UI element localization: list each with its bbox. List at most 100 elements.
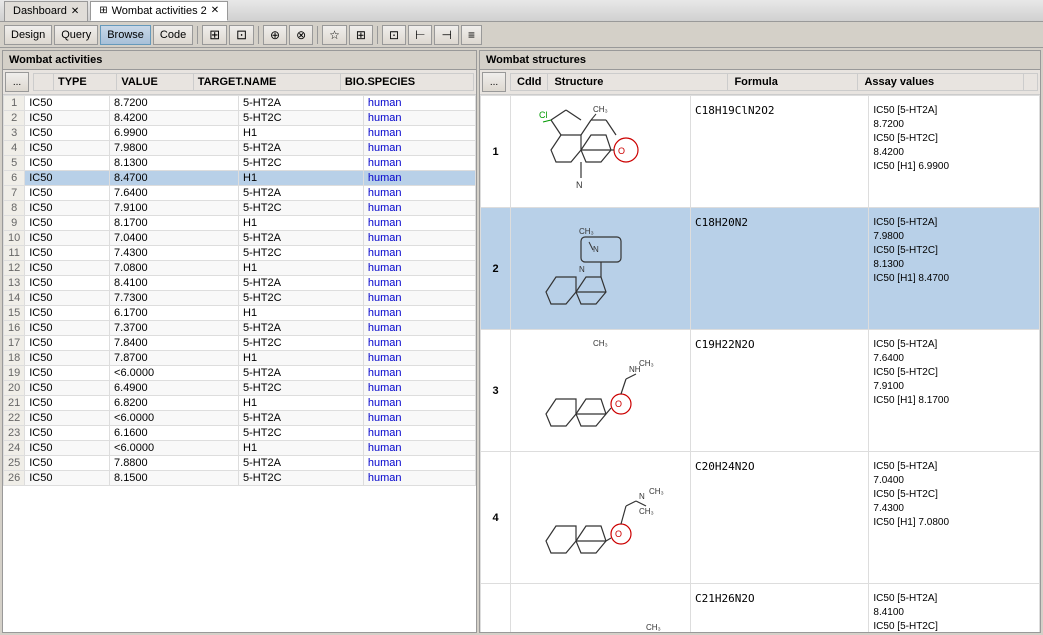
row-number: 9 xyxy=(4,216,25,231)
icon-btn-6[interactable]: ⊞ xyxy=(349,25,373,45)
col-value: VALUE xyxy=(117,74,193,91)
tab-dashboard[interactable]: Dashboard ✕ xyxy=(4,1,88,21)
table-row[interactable]: 8 IC50 7.9100 5-HT2C human xyxy=(4,201,476,216)
tab-wombat-activities[interactable]: ⊞ Wombat activities 2 ✕ xyxy=(90,1,228,21)
table-row[interactable]: 3 IC50 6.9900 H1 human xyxy=(4,126,476,141)
icon-btn-4[interactable]: ⊗ xyxy=(289,25,313,45)
table-row[interactable]: 24 IC50 <6.0000 H1 human xyxy=(4,441,476,456)
target-cell: 5-HT2C xyxy=(239,156,364,171)
icon-btn-5[interactable]: ☆ xyxy=(322,25,347,45)
table-row[interactable]: 5 IC50 8.1300 5-HT2C human xyxy=(4,156,476,171)
table-row[interactable]: 7 IC50 7.6400 5-HT2A human xyxy=(4,186,476,201)
design-button[interactable]: Design xyxy=(4,25,52,45)
code-button[interactable]: Code xyxy=(153,25,193,45)
formula-cell: C20H24N2O xyxy=(691,452,869,584)
left-table-header: TYPE VALUE TARGET.NAME BIO.SPECIES xyxy=(33,73,474,91)
col-structure: Structure xyxy=(548,74,728,91)
left-scroll-area[interactable]: 1 IC50 8.7200 5-HT2A human 2 IC50 8.4200… xyxy=(3,95,476,632)
table-row[interactable]: 9 IC50 8.1700 H1 human xyxy=(4,216,476,231)
struct-row[interactable]: 3 O NH CH₃ CH₃ C19H22N2O IC50 [5-HT2A]7.… xyxy=(481,330,1040,452)
struct-row[interactable]: 2 CH₃ N N C18H20N2 IC50 [5-HT2A]7.9800IC… xyxy=(481,208,1040,330)
svg-text:CH₃: CH₃ xyxy=(639,359,654,368)
target-cell: 5-HT2C xyxy=(239,111,364,126)
table-row[interactable]: 13 IC50 8.4100 5-HT2A human xyxy=(4,276,476,291)
species-cell: human xyxy=(363,156,475,171)
value-cell: 8.7200 xyxy=(110,96,239,111)
row-number: 13 xyxy=(4,276,25,291)
table-row[interactable]: 25 IC50 7.8800 5-HT2A human xyxy=(4,456,476,471)
value-cell: 8.4200 xyxy=(110,111,239,126)
icon-btn-9[interactable]: ⊣ xyxy=(434,25,458,45)
col-formula: Formula xyxy=(728,74,858,91)
value-cell: 7.3700 xyxy=(110,321,239,336)
type-cell: IC50 xyxy=(25,336,110,351)
table-row[interactable]: 26 IC50 8.1500 5-HT2C human xyxy=(4,471,476,486)
assay-values-cell: IC50 [5-HT2A]8.7200IC50 [5-HT2C]8.4200IC… xyxy=(869,96,1040,208)
table-row[interactable]: 2 IC50 8.4200 5-HT2C human xyxy=(4,111,476,126)
value-cell: 8.1300 xyxy=(110,156,239,171)
row-number: 22 xyxy=(4,411,25,426)
target-cell: 5-HT2C xyxy=(239,291,364,306)
table-row[interactable]: 17 IC50 7.8400 5-HT2C human xyxy=(4,336,476,351)
icon-btn-1[interactable]: ⊞ xyxy=(202,25,227,45)
table-row[interactable]: 21 IC50 6.8200 H1 human xyxy=(4,396,476,411)
assay-values-cell: IC50 [5-HT2A]7.9800IC50 [5-HT2C]8.1300IC… xyxy=(869,208,1040,330)
icon-btn-3[interactable]: ⊕ xyxy=(263,25,287,45)
browse-button[interactable]: Browse xyxy=(100,25,151,45)
row-number: 16 xyxy=(4,321,25,336)
icon-btn-7[interactable]: ⊡ xyxy=(382,25,406,45)
type-cell: IC50 xyxy=(25,246,110,261)
row-number: 6 xyxy=(4,171,25,186)
table-row[interactable]: 14 IC50 7.7300 5-HT2C human xyxy=(4,291,476,306)
table-row[interactable]: 12 IC50 7.0800 H1 human xyxy=(4,261,476,276)
value-cell: 7.0800 xyxy=(110,261,239,276)
icon-btn-8[interactable]: ⊢ xyxy=(408,25,432,45)
value-cell: 8.1500 xyxy=(110,471,239,486)
table-row[interactable]: 23 IC50 6.1600 5-HT2C human xyxy=(4,426,476,441)
value-cell: 7.9800 xyxy=(110,141,239,156)
table-row[interactable]: 18 IC50 7.8700 H1 human xyxy=(4,351,476,366)
species-cell: human xyxy=(363,141,475,156)
wombat-tab-close[interactable]: ✕ xyxy=(211,5,219,16)
struct-row[interactable]: 5 O CH₃ NH C21H26N2O IC50 [5-HT2A]8.4100… xyxy=(481,584,1040,633)
table-row[interactable]: 16 IC50 7.3700 5-HT2A human xyxy=(4,321,476,336)
table-row[interactable]: 15 IC50 6.1700 H1 human xyxy=(4,306,476,321)
left-menu-button[interactable]: ... xyxy=(5,72,29,92)
table-row[interactable]: 11 IC50 7.4300 5-HT2C human xyxy=(4,246,476,261)
dashboard-tab-close[interactable]: ✕ xyxy=(71,6,79,17)
table-row[interactable]: 22 IC50 <6.0000 5-HT2A human xyxy=(4,411,476,426)
type-cell: IC50 xyxy=(25,471,110,486)
left-data-table: 1 IC50 8.7200 5-HT2A human 2 IC50 8.4200… xyxy=(3,95,476,486)
icon-btn-10[interactable]: ≡ xyxy=(461,25,482,45)
target-cell: 5-HT2C xyxy=(239,471,364,486)
table-row[interactable]: 1 IC50 8.7200 5-HT2A human xyxy=(4,96,476,111)
svg-text:CH₃: CH₃ xyxy=(639,507,654,516)
table-row[interactable]: 10 IC50 7.0400 5-HT2A human xyxy=(4,231,476,246)
table-row[interactable]: 4 IC50 7.9800 5-HT2A human xyxy=(4,141,476,156)
species-cell: human xyxy=(363,366,475,381)
type-cell: IC50 xyxy=(25,156,110,171)
value-cell: 7.0400 xyxy=(110,231,239,246)
right-scroll-area[interactable]: 1 O N Cl CH₃ C18H19ClN2O2 IC50 [5-HT2A xyxy=(480,95,1040,632)
type-cell: IC50 xyxy=(25,261,110,276)
wombat-tab-icon: ⊞ xyxy=(99,5,107,16)
row-number: 25 xyxy=(4,456,25,471)
table-row[interactable]: 19 IC50 <6.0000 5-HT2A human xyxy=(4,366,476,381)
type-cell: IC50 xyxy=(25,366,110,381)
struct-row[interactable]: 4 O N CH₃ CH₃ C20H24N2O IC50 [5-HT2A]7.0… xyxy=(481,452,1040,584)
right-menu-button[interactable]: ... xyxy=(482,72,506,92)
struct-row[interactable]: 1 O N Cl CH₃ C18H19ClN2O2 IC50 [5-HT2A xyxy=(481,96,1040,208)
target-cell: H1 xyxy=(239,306,364,321)
value-cell: 7.8700 xyxy=(110,351,239,366)
table-row[interactable]: 6 IC50 8.4700 H1 human xyxy=(4,171,476,186)
species-cell: human xyxy=(363,111,475,126)
svg-text:N: N xyxy=(639,492,645,501)
type-cell: IC50 xyxy=(25,186,110,201)
structure-cell: O N Cl CH₃ xyxy=(511,96,691,208)
target-cell: 5-HT2A xyxy=(239,141,364,156)
icon-btn-2[interactable]: ⊡ xyxy=(229,25,254,45)
query-button[interactable]: Query xyxy=(54,25,98,45)
structure-cell: CH₃ N N xyxy=(511,208,691,330)
table-row[interactable]: 20 IC50 6.4900 5-HT2C human xyxy=(4,381,476,396)
value-cell: 7.9100 xyxy=(110,201,239,216)
